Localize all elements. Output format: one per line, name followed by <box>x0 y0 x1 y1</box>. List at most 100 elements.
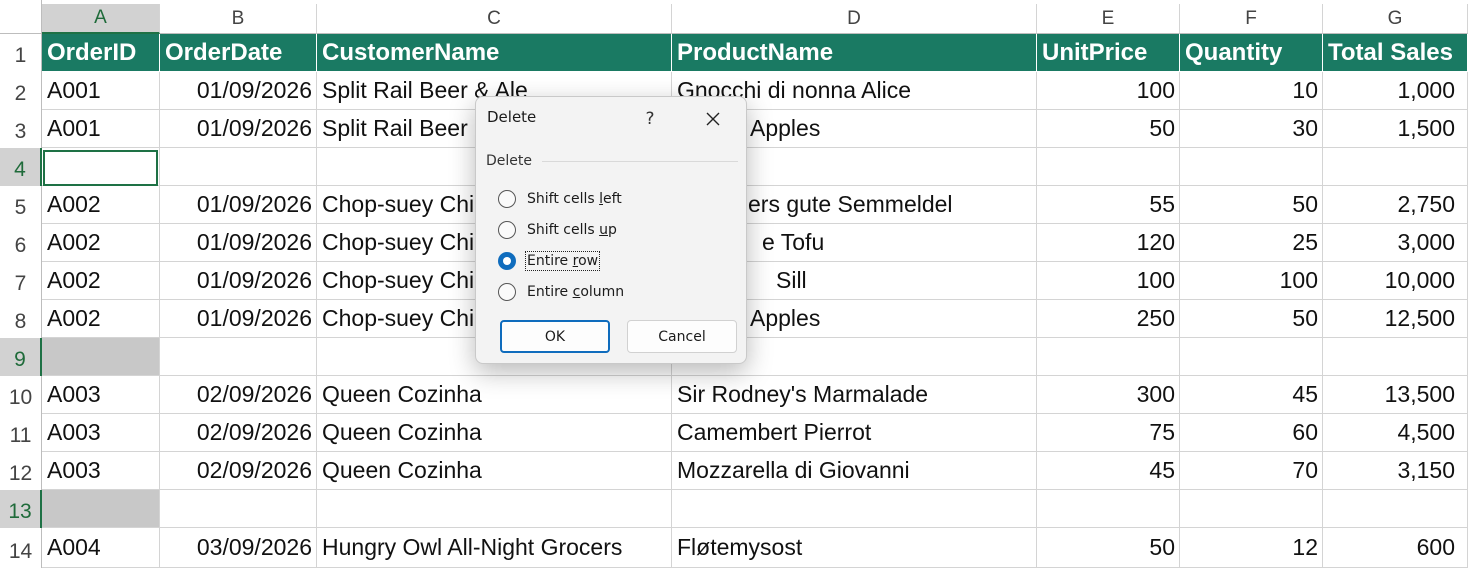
column-header-d[interactable]: D <box>672 4 1037 34</box>
cell-f9[interactable] <box>1180 338 1323 376</box>
close-button[interactable] <box>698 105 728 133</box>
cell-a14[interactable]: A004 <box>42 528 160 568</box>
cell-b4[interactable] <box>160 148 317 186</box>
cell-b9[interactable] <box>160 338 317 376</box>
cell-e12[interactable]: 45 <box>1037 452 1180 490</box>
cancel-button[interactable]: Cancel <box>627 320 737 353</box>
row-header-12[interactable]: 12 <box>0 452 42 490</box>
cell-d14[interactable]: Fløtemysost <box>672 528 1037 568</box>
cell-b3[interactable]: 01/09/2026 <box>160 110 317 148</box>
cell-a10[interactable]: A003 <box>42 376 160 414</box>
cell-e13[interactable] <box>1037 490 1180 528</box>
cell-g8[interactable]: 12,500 <box>1323 300 1468 338</box>
ok-button[interactable]: OK <box>500 320 610 353</box>
cell-e4[interactable] <box>1037 148 1180 186</box>
header-cell-quantity[interactable]: Quantity <box>1180 34 1323 72</box>
cell-f2[interactable]: 10 <box>1180 72 1323 110</box>
row-header-3[interactable]: 3 <box>0 110 42 148</box>
cell-g13[interactable] <box>1323 490 1468 528</box>
help-button[interactable]: ? <box>636 105 664 133</box>
cell-g5[interactable]: 2,750 <box>1323 186 1468 224</box>
option-shift-cells-left[interactable]: Shift cells left <box>498 187 622 211</box>
cell-g9[interactable] <box>1323 338 1468 376</box>
cell-a7[interactable]: A002 <box>42 262 160 300</box>
cell-e11[interactable]: 75 <box>1037 414 1180 452</box>
cell-g10[interactable]: 13,500 <box>1323 376 1468 414</box>
cell-b11[interactable]: 02/09/2026 <box>160 414 317 452</box>
header-cell-orderid[interactable]: OrderID <box>42 34 160 72</box>
option-entire-row[interactable]: Entire row <box>498 249 601 273</box>
column-header-b[interactable]: B <box>160 4 317 34</box>
cell-c13[interactable] <box>317 490 672 528</box>
cell-b10[interactable]: 02/09/2026 <box>160 376 317 414</box>
cell-g14[interactable]: 600 <box>1323 528 1468 568</box>
cell-f11[interactable]: 60 <box>1180 414 1323 452</box>
cell-a5[interactable]: A002 <box>42 186 160 224</box>
header-cell-total-sales[interactable]: Total Sales <box>1323 34 1468 72</box>
select-all-corner[interactable] <box>0 0 42 34</box>
cell-c11[interactable]: Queen Cozinha <box>317 414 672 452</box>
cell-c12[interactable]: Queen Cozinha <box>317 452 672 490</box>
cell-e7[interactable]: 100 <box>1037 262 1180 300</box>
row-header-8[interactable]: 8 <box>0 300 42 338</box>
cell-b12[interactable]: 02/09/2026 <box>160 452 317 490</box>
cell-d13[interactable] <box>672 490 1037 528</box>
cell-d11[interactable]: Camembert Pierrot <box>672 414 1037 452</box>
radio-shift-cells-left[interactable] <box>498 190 516 208</box>
cell-f7[interactable]: 100 <box>1180 262 1323 300</box>
cell-a8[interactable]: A002 <box>42 300 160 338</box>
row-header-6[interactable]: 6 <box>0 224 42 262</box>
header-cell-orderdate[interactable]: OrderDate <box>160 34 317 72</box>
radio-entire-column[interactable] <box>498 283 516 301</box>
radio-entire-row[interactable] <box>498 252 516 270</box>
row-header-9[interactable]: 9 <box>0 338 42 376</box>
cell-c10[interactable]: Queen Cozinha <box>317 376 672 414</box>
cell-f10[interactable]: 45 <box>1180 376 1323 414</box>
cell-f12[interactable]: 70 <box>1180 452 1323 490</box>
cell-g12[interactable]: 3,150 <box>1323 452 1468 490</box>
cell-g3[interactable]: 1,500 <box>1323 110 1468 148</box>
cell-f14[interactable]: 12 <box>1180 528 1323 568</box>
option-shift-cells-up[interactable]: Shift cells up <box>498 218 617 242</box>
header-cell-unitprice[interactable]: UnitPrice <box>1037 34 1180 72</box>
column-header-e[interactable]: E <box>1037 4 1180 34</box>
row-header-1[interactable]: 1 <box>0 34 42 72</box>
cell-c14[interactable]: Hungry Owl All-Night Grocers <box>317 528 672 568</box>
cell-b13[interactable] <box>160 490 317 528</box>
row-header-4[interactable]: 4 <box>0 148 42 186</box>
cell-g4[interactable] <box>1323 148 1468 186</box>
cell-a13[interactable] <box>42 490 160 528</box>
cell-e9[interactable] <box>1037 338 1180 376</box>
column-header-f[interactable]: F <box>1180 4 1323 34</box>
row-header-14[interactable]: 14 <box>0 528 42 568</box>
cell-b6[interactable]: 01/09/2026 <box>160 224 317 262</box>
row-header-2[interactable]: 2 <box>0 72 42 110</box>
cell-f3[interactable]: 30 <box>1180 110 1323 148</box>
row-header-13[interactable]: 13 <box>0 490 42 528</box>
cell-f4[interactable] <box>1180 148 1323 186</box>
cell-f13[interactable] <box>1180 490 1323 528</box>
cell-a12[interactable]: A003 <box>42 452 160 490</box>
column-header-g[interactable]: G <box>1323 4 1468 34</box>
option-entire-column[interactable]: Entire column <box>498 280 624 304</box>
cell-a6[interactable]: A002 <box>42 224 160 262</box>
cell-g7[interactable]: 10,000 <box>1323 262 1468 300</box>
row-header-11[interactable]: 11 <box>0 414 42 452</box>
radio-shift-cells-up[interactable] <box>498 221 516 239</box>
cell-f6[interactable]: 25 <box>1180 224 1323 262</box>
cell-d10[interactable]: Sir Rodney's Marmalade <box>672 376 1037 414</box>
cell-e2[interactable]: 100 <box>1037 72 1180 110</box>
cell-e8[interactable]: 250 <box>1037 300 1180 338</box>
cell-b8[interactable]: 01/09/2026 <box>160 300 317 338</box>
header-cell-productname[interactable]: ProductName <box>672 34 1037 72</box>
cell-b2[interactable]: 01/09/2026 <box>160 72 317 110</box>
cell-b14[interactable]: 03/09/2026 <box>160 528 317 568</box>
column-header-c[interactable]: C <box>317 4 672 34</box>
cell-e14[interactable]: 50 <box>1037 528 1180 568</box>
cell-b7[interactable]: 01/09/2026 <box>160 262 317 300</box>
cell-a11[interactable]: A003 <box>42 414 160 452</box>
cell-f8[interactable]: 50 <box>1180 300 1323 338</box>
row-header-5[interactable]: 5 <box>0 186 42 224</box>
cell-g11[interactable]: 4,500 <box>1323 414 1468 452</box>
cell-e10[interactable]: 300 <box>1037 376 1180 414</box>
